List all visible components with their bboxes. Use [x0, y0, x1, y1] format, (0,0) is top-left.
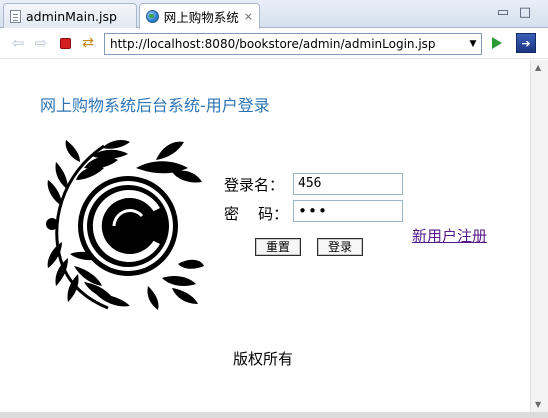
refresh-icon: ⇄: [82, 35, 94, 51]
url-bar[interactable]: http://localhost:8080/bookstore/admin/ad…: [104, 33, 482, 55]
back-button[interactable]: ⇦: [10, 35, 26, 51]
maximize-icon[interactable]: □: [518, 6, 532, 20]
username-label: 登录名：: [224, 176, 285, 194]
forward-button[interactable]: ⇨: [33, 35, 49, 51]
password-input[interactable]: •••: [293, 200, 403, 222]
close-tab-icon[interactable]: ⨯: [244, 10, 253, 23]
go-play-icon: [492, 37, 502, 49]
reset-button[interactable]: 重置: [255, 238, 301, 256]
editor-tab-bar: adminMain.jsp 网上购物系统 ⨯ ▭ □: [0, 0, 548, 29]
refresh-button[interactable]: ⇄: [80, 35, 96, 51]
jsp-file-icon: [10, 9, 21, 23]
browser-toolbar: ⇦ ⇨ ⇄ http://localhost:8080/bookstore/ad…: [0, 29, 548, 59]
tab-label: 网上购物系统: [163, 10, 239, 25]
stop-button[interactable]: [57, 35, 73, 51]
tab-shopping-system[interactable]: 网上购物系统 ⨯: [139, 3, 260, 29]
vertical-scrollbar[interactable]: ▲ ▼: [530, 60, 548, 412]
page-title: 网上购物系统后台系统-用户登录: [40, 96, 270, 115]
wreath-logo-icon: [46, 140, 204, 310]
stop-icon: [59, 37, 71, 49]
tab-label: adminMain.jsp: [26, 8, 117, 24]
horizontal-scrollbar[interactable]: [0, 412, 548, 418]
copyright-text: 版权所有: [233, 350, 294, 368]
minimize-icon[interactable]: ▭: [496, 6, 510, 20]
external-browser-icon: ➔: [516, 33, 536, 53]
back-arrow-icon: ⇦: [11, 34, 25, 52]
tab-admin-main[interactable]: adminMain.jsp: [3, 3, 137, 28]
scroll-up-icon[interactable]: ▲: [535, 63, 541, 72]
go-button[interactable]: [489, 35, 505, 51]
login-button[interactable]: 登录: [317, 238, 363, 256]
globe-icon: [146, 10, 159, 23]
scroll-down-icon[interactable]: ▼: [535, 400, 541, 409]
password-label: 密 码：: [224, 205, 289, 223]
forward-arrow-icon: ⇨: [34, 34, 48, 52]
username-input[interactable]: 456: [293, 173, 403, 195]
page-viewport: 网上购物系统后台系统-用户登录 登录名： 456 密 码： ••• 重置 登录 …: [0, 60, 530, 418]
register-link[interactable]: 新用户注册: [412, 228, 490, 245]
url-text[interactable]: http://localhost:8080/bookstore/admin/ad…: [105, 37, 465, 51]
external-browser-button[interactable]: ➔: [516, 33, 536, 53]
chevron-down-icon[interactable]: ▼: [465, 39, 481, 49]
